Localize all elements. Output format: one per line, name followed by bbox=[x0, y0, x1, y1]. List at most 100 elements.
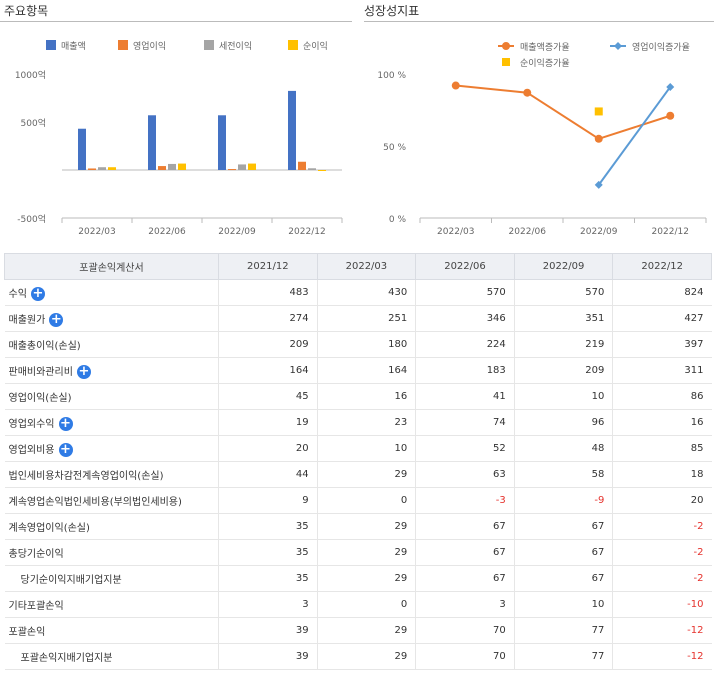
data-point bbox=[523, 88, 532, 97]
data-point bbox=[594, 134, 603, 143]
value-cell: 430 bbox=[316, 279, 416, 306]
value-cell: 183 bbox=[415, 357, 515, 384]
value-cell: 67 bbox=[513, 513, 613, 540]
bar bbox=[248, 163, 256, 170]
row-label-cell: 영업외비용 + bbox=[4, 435, 219, 462]
value-cell: 18 bbox=[612, 461, 712, 488]
row-label: 계속영업이익(손실) bbox=[8, 523, 90, 534]
row-label: 매출원가 bbox=[8, 314, 46, 326]
value-cell: 570 bbox=[513, 279, 613, 306]
value-cell: 209 bbox=[513, 357, 613, 384]
line-legend-item: 매출액증가율 bbox=[498, 41, 570, 53]
line-legend-item: 순이익증가율 bbox=[502, 57, 570, 69]
table-row: 영업이익(손실) 45 16 41 10 86 bbox=[4, 383, 712, 410]
value-cell: 74 bbox=[415, 409, 515, 436]
value-cell: 39 bbox=[218, 643, 318, 670]
bar bbox=[318, 170, 326, 171]
line-legend-marker bbox=[614, 42, 622, 50]
row-label-cell: 계속영업이익(손실) bbox=[4, 513, 219, 540]
bar-legend-swatch bbox=[118, 40, 128, 50]
value-cell: 70 bbox=[415, 643, 515, 670]
value-cell: 63 bbox=[415, 461, 515, 488]
value-cell: 224 bbox=[415, 331, 515, 358]
line-chart: 매출액증가율 영업이익증가율순이익증가율 100 % 50 % 0 % 2022/03 20… bbox=[377, 41, 707, 237]
value-cell: -10 bbox=[612, 591, 712, 618]
row-label: 영업외수익 bbox=[8, 418, 55, 430]
value-cell: 0 bbox=[316, 591, 416, 618]
row-label-cell: 기타포괄손익 bbox=[4, 591, 219, 618]
value-cell: 10 bbox=[316, 435, 416, 462]
left-title-rule bbox=[0, 21, 352, 22]
bar-legend-swatch bbox=[204, 40, 214, 50]
value-cell: 67 bbox=[415, 513, 515, 540]
table-title-header: 포괄손익계산서 bbox=[4, 253, 219, 280]
line-x-tick-label: 2022/03 bbox=[437, 227, 474, 237]
value-cell: 3 bbox=[415, 591, 515, 618]
period-header: 2022/06 bbox=[415, 253, 515, 280]
bar-legend-label: 순이익 bbox=[303, 40, 328, 52]
expand-plus-icon[interactable]: + bbox=[49, 312, 64, 327]
table-row: 법인세비용차감전계속영업이익(손실) 44 29 63 58 18 bbox=[4, 461, 712, 488]
row-label-cell: 매출총이익(손실) bbox=[4, 331, 219, 358]
bar bbox=[108, 167, 116, 170]
table-row: 매출총이익(손실) 209 180 224 219 397 bbox=[4, 331, 712, 358]
bar bbox=[238, 164, 246, 170]
value-cell: 483 bbox=[218, 279, 318, 306]
expand-plus-icon[interactable]: + bbox=[76, 364, 91, 379]
row-label: 계속영업손익법인세비용(부의법인세비용) bbox=[8, 497, 182, 508]
bar-legend-label: 매출액 bbox=[61, 40, 86, 52]
value-cell: 29 bbox=[316, 565, 416, 592]
value-cell: 85 bbox=[612, 435, 712, 462]
value-cell: 20 bbox=[612, 487, 712, 514]
expand-plus-icon[interactable]: + bbox=[58, 442, 73, 457]
bar-chart: 매출액 영업이익 세전이익 순이익 1000억 500억 -500억 2022/03 2022/… bbox=[15, 40, 343, 237]
row-label-cell: 포괄손익지배기업지분 bbox=[4, 643, 219, 670]
line-x-tick-label: 2022/06 bbox=[509, 227, 547, 237]
period-header: 2021/12 bbox=[218, 253, 318, 280]
row-label: 포괄손익 bbox=[8, 627, 46, 638]
table-row: 수익 +483 430 570 570 824 bbox=[4, 279, 712, 306]
right-chart-title: 성장성지표 bbox=[364, 4, 420, 18]
right-title-rule bbox=[364, 21, 714, 22]
value-cell: 29 bbox=[316, 539, 416, 566]
value-cell: 351 bbox=[513, 305, 613, 332]
value-cell: 164 bbox=[316, 357, 416, 384]
data-point bbox=[594, 107, 603, 116]
value-cell: 251 bbox=[316, 305, 416, 332]
value-cell: 23 bbox=[316, 409, 416, 436]
period-header: 2022/03 bbox=[316, 253, 417, 280]
bar bbox=[308, 168, 316, 170]
value-cell: -9 bbox=[513, 487, 613, 514]
bar bbox=[78, 128, 86, 170]
row-label-cell: 매출원가 + bbox=[4, 305, 219, 332]
value-cell: 35 bbox=[218, 513, 318, 540]
line-legend-label: 순이익증가율 bbox=[520, 57, 570, 69]
value-cell: 219 bbox=[513, 331, 613, 358]
bar-x-tick-label: 2022/03 bbox=[78, 227, 115, 237]
bar-legend-item: 순이익 bbox=[288, 40, 328, 52]
value-cell: 77 bbox=[513, 617, 613, 644]
income-statement-table: 포괄손익계산서 2021/12 2022/03 2022/06 2022/09 2022/… bbox=[4, 253, 712, 670]
bar bbox=[158, 166, 166, 170]
table-row: 판매비와관리비 +164 164 183 209 311 bbox=[4, 357, 712, 384]
value-cell: 0 bbox=[316, 487, 416, 514]
value-cell: 10 bbox=[513, 383, 613, 410]
value-cell: 35 bbox=[218, 539, 318, 566]
value-cell: 29 bbox=[316, 461, 416, 488]
row-label-cell: 영업외수익 + bbox=[4, 409, 219, 436]
table-row: 포괄손익지배기업지분 39 29 70 77 -12 bbox=[4, 643, 712, 670]
value-cell: 44 bbox=[218, 461, 318, 488]
value-cell: 570 bbox=[415, 279, 515, 306]
value-cell: 209 bbox=[218, 331, 318, 358]
line-y-tick-label: 50 % bbox=[383, 143, 406, 153]
value-cell: 10 bbox=[513, 591, 613, 618]
expand-plus-icon[interactable]: + bbox=[58, 416, 73, 431]
table-body: 수익 +483 430 570 570 824 매출원가 +274 251 346 351 427 매출… bbox=[4, 279, 712, 670]
bar bbox=[168, 163, 176, 170]
row-label-cell: 법인세비용차감전계속영업이익(손실) bbox=[4, 461, 219, 488]
value-cell: 16 bbox=[316, 383, 416, 410]
bar-y-tick-label: -500억 bbox=[17, 213, 46, 225]
row-label: 기타포괄손익 bbox=[8, 601, 64, 612]
period-header: 2022/12 bbox=[612, 253, 712, 280]
expand-plus-icon[interactable]: + bbox=[30, 286, 45, 301]
